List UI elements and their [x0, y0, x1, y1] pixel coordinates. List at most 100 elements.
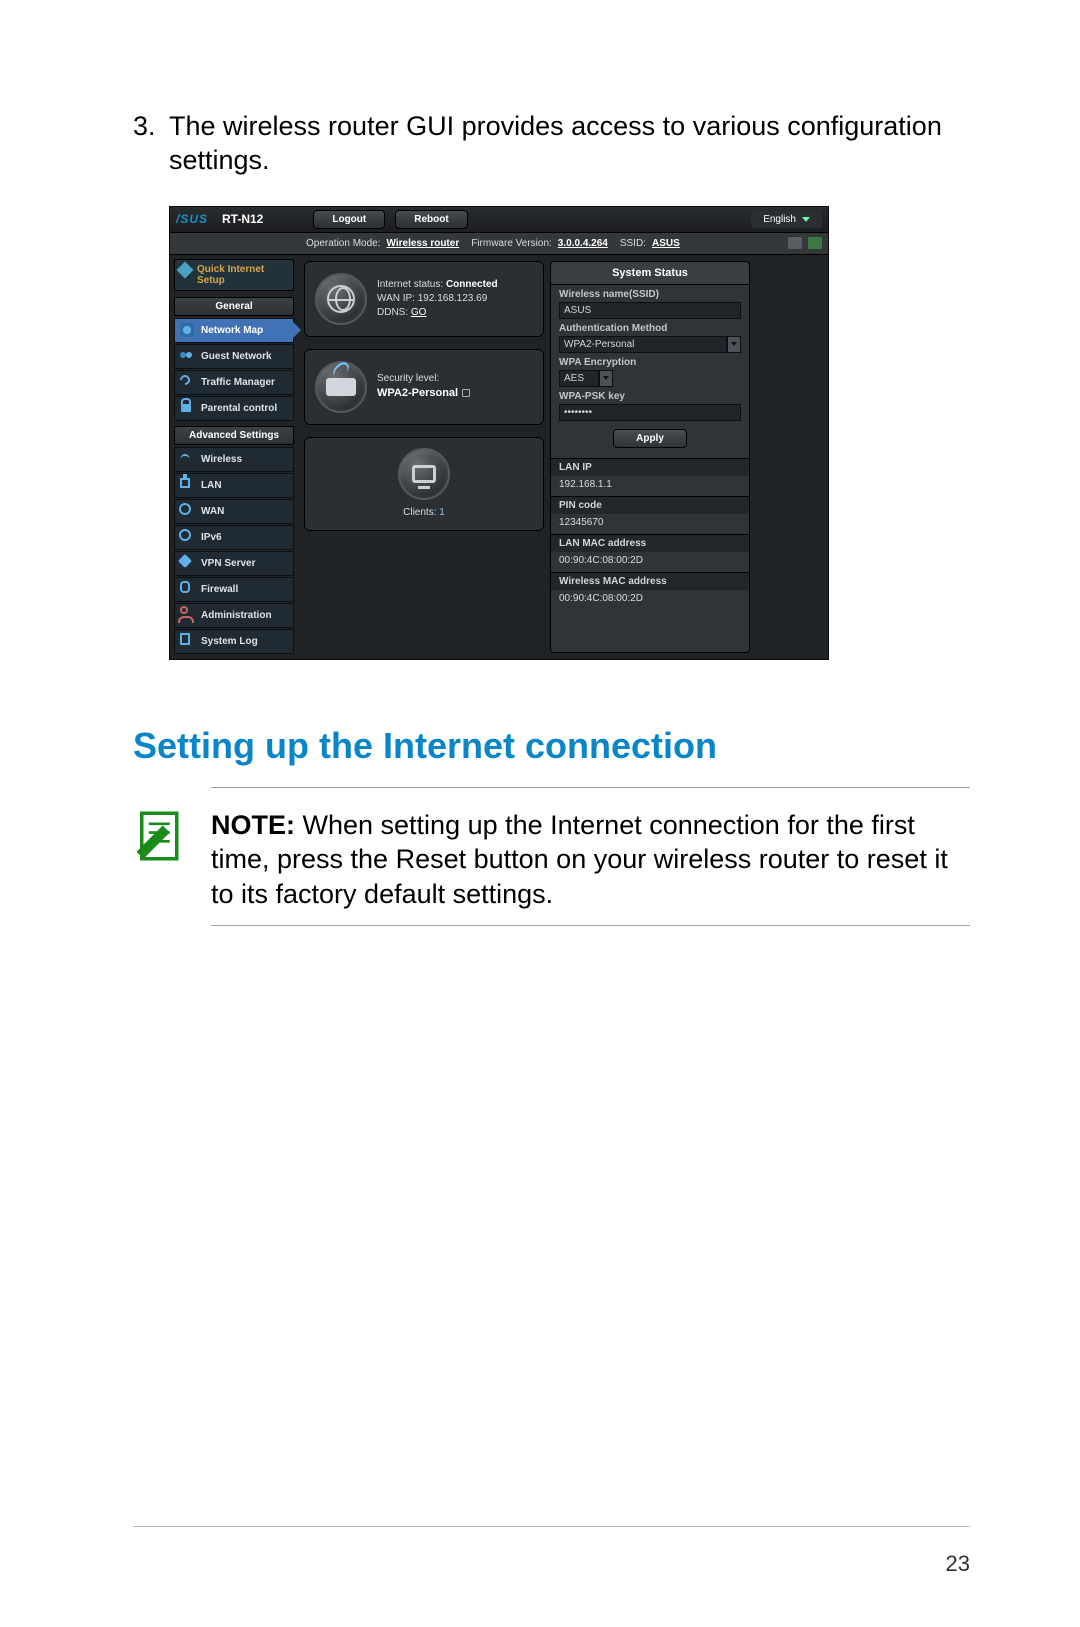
- clients-label: Clients:: [403, 507, 436, 518]
- lock-icon: [462, 389, 470, 397]
- wireless-name-input[interactable]: [559, 302, 741, 319]
- wpa-psk-label: WPA-PSK key: [559, 391, 741, 402]
- security-level-value: WPA2-Personal: [377, 387, 458, 399]
- step-3: 3. The wireless router GUI provides acce…: [133, 110, 970, 178]
- wpa-encryption-select[interactable]: AES: [559, 370, 599, 387]
- note-icon: [133, 808, 189, 864]
- internet-status-card[interactable]: Internet status: Connected WAN IP: 192.1…: [304, 261, 544, 337]
- sidebar-header-general: General: [174, 297, 294, 316]
- divider: [211, 787, 970, 788]
- link-status-icon: [808, 237, 822, 249]
- clients-icon: [398, 448, 450, 500]
- sidebar-label: System Log: [201, 636, 258, 647]
- auth-method-label: Authentication Method: [559, 323, 741, 334]
- parental-control-icon: [181, 404, 191, 412]
- ssid-label: SSID:: [620, 238, 646, 249]
- reboot-button[interactable]: Reboot: [395, 210, 467, 229]
- sidebar-item-lan[interactable]: LAN: [174, 473, 294, 498]
- sidebar-item-firewall[interactable]: Firewall: [174, 577, 294, 602]
- op-mode-label: Operation Mode:: [306, 238, 381, 249]
- step-number: 3.: [133, 110, 169, 178]
- lan-ip-value: 192.168.1.1: [551, 476, 749, 496]
- router-icon: [315, 361, 367, 413]
- sidebar-item-traffic-manager[interactable]: Traffic Manager: [174, 370, 294, 395]
- quick-internet-setup[interactable]: Quick Internet Setup: [174, 259, 294, 291]
- section-heading: Setting up the Internet connection: [133, 725, 970, 767]
- chevron-down-icon[interactable]: [599, 370, 613, 387]
- sidebar-label: Guest Network: [201, 351, 272, 362]
- firewall-icon: [180, 581, 190, 593]
- internet-status-value: Connected: [446, 279, 498, 290]
- traffic-manager-icon: [178, 372, 192, 386]
- chevron-down-icon[interactable]: [727, 336, 741, 353]
- router-gui-screenshot: /SUS RT-N12 Logout Reboot English Operat…: [169, 206, 829, 660]
- administration-icon: [180, 606, 188, 614]
- wireless-name-label: Wireless name(SSID): [559, 289, 741, 300]
- sidebar-item-vpn-server[interactable]: VPN Server: [174, 551, 294, 576]
- lan-mac-value: 00:90:4C:08:00:2D: [551, 552, 749, 572]
- wireless-mac-label: Wireless MAC address: [551, 572, 749, 590]
- sidebar-item-wan[interactable]: WAN: [174, 499, 294, 524]
- sidebar-label: Administration: [201, 610, 272, 621]
- sidebar-item-wireless[interactable]: Wireless: [174, 447, 294, 472]
- sidebar: Quick Internet Setup General Network Map…: [170, 255, 298, 659]
- apply-button[interactable]: Apply: [613, 429, 687, 448]
- clients-count: 1: [439, 507, 445, 518]
- fw-value[interactable]: 3.0.0.4.264: [558, 238, 608, 249]
- system-status-panel: System Status Wireless name(SSID) Authen…: [550, 261, 750, 653]
- lan-ip-label: LAN IP: [551, 458, 749, 476]
- ipv6-icon: [179, 529, 191, 541]
- network-map-icon: [180, 323, 194, 337]
- sidebar-label: VPN Server: [201, 558, 255, 569]
- sidebar-item-network-map[interactable]: Network Map: [174, 318, 294, 343]
- sidebar-label: Network Map: [201, 325, 263, 336]
- globe-icon: [315, 273, 367, 325]
- auth-method-select[interactable]: WPA2-Personal: [559, 336, 727, 353]
- sidebar-label: Traffic Manager: [201, 377, 275, 388]
- security-level-label: Security level:: [377, 372, 470, 386]
- asus-logo: /SUS: [176, 212, 208, 226]
- sidebar-item-parental-control[interactable]: Parental control: [174, 396, 294, 421]
- ssid-value: ASUS: [652, 238, 680, 249]
- sidebar-label: IPv6: [201, 532, 222, 543]
- pin-code-value: 12345670: [551, 514, 749, 534]
- divider: [211, 925, 970, 926]
- sidebar-label: WAN: [201, 506, 224, 517]
- wireless-mac-value: 00:90:4C:08:00:2D: [551, 590, 749, 610]
- wpa-psk-input[interactable]: [559, 404, 741, 421]
- sidebar-label: LAN: [201, 480, 222, 491]
- sidebar-label: Parental control: [201, 403, 277, 414]
- sidebar-item-ipv6[interactable]: IPv6: [174, 525, 294, 550]
- clients-card[interactable]: Clients: 1: [304, 437, 544, 531]
- note-prefix: NOTE:: [211, 810, 295, 840]
- pin-code-label: PIN code: [551, 496, 749, 514]
- wan-icon: [179, 503, 191, 515]
- op-mode-value[interactable]: Wireless router: [387, 238, 460, 249]
- ddns-label: DDNS:: [377, 307, 408, 318]
- ddns-link[interactable]: GO: [411, 307, 427, 318]
- security-card[interactable]: Security level: WPA2-Personal: [304, 349, 544, 425]
- wpa-encryption-label: WPA Encryption: [559, 357, 741, 368]
- wan-ip-value: 192.168.123.69: [418, 293, 488, 304]
- sidebar-item-guest-network[interactable]: Guest Network: [174, 344, 294, 369]
- sidebar-header-advanced: Advanced Settings: [174, 426, 294, 445]
- vpn-icon: [178, 553, 192, 567]
- guest-network-icon: [180, 349, 194, 363]
- system-status-title: System Status: [551, 262, 749, 285]
- lan-icon: [180, 478, 190, 488]
- wireless-icon: [180, 452, 192, 464]
- language-label: English: [763, 214, 796, 225]
- logout-button[interactable]: Logout: [313, 210, 385, 229]
- sidebar-label: Wireless: [201, 454, 242, 465]
- language-selector[interactable]: English: [751, 211, 822, 228]
- system-log-icon: [180, 633, 190, 645]
- chevron-down-icon: [802, 217, 810, 222]
- note-text: NOTE: When setting up the Internet conne…: [211, 808, 970, 912]
- internet-status-label: Internet status:: [377, 279, 443, 290]
- fw-label: Firmware Version:: [471, 238, 552, 249]
- model-label: RT-N12: [222, 212, 263, 226]
- sidebar-item-system-log[interactable]: System Log: [174, 629, 294, 654]
- wan-ip-label: WAN IP:: [377, 293, 415, 304]
- sidebar-item-administration[interactable]: Administration: [174, 603, 294, 628]
- lan-mac-label: LAN MAC address: [551, 534, 749, 552]
